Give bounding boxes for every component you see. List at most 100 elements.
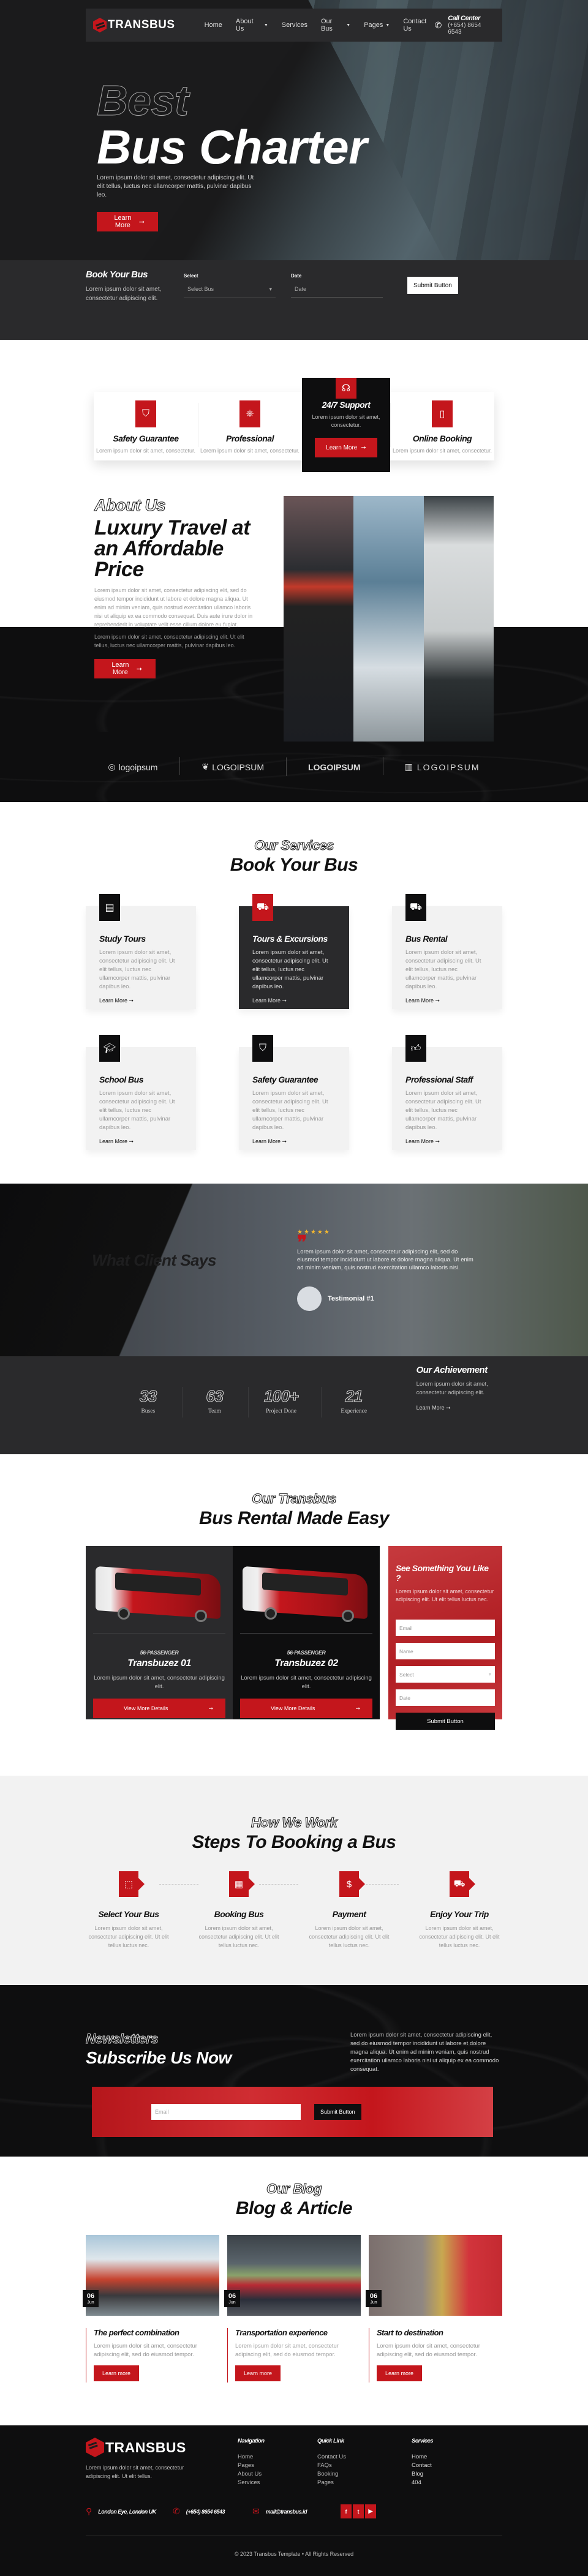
footer-link[interactable]: Contact Us bbox=[317, 2453, 385, 2461]
form-name-input[interactable]: Name bbox=[396, 1643, 495, 1659]
service-learn-more-link[interactable]: Learn More ➞ bbox=[99, 997, 183, 1004]
booking-submit-button[interactable]: Submit Button bbox=[407, 277, 458, 294]
bus-icon: ⛟ bbox=[405, 894, 426, 921]
star-icon: ★ bbox=[310, 1229, 317, 1236]
footer-phone[interactable]: ✆ (+654) 8654 6543 bbox=[173, 2506, 252, 2517]
service-learn-more-link[interactable]: Learn More ➞ bbox=[405, 997, 489, 1004]
step-item: ⬚ Select Your Bus Lorem ipsum dolor sit am… bbox=[86, 1871, 172, 1950]
feature-support: ☊ 24/7 Support Lorem ipsum dolor sit ame… bbox=[302, 378, 390, 472]
feature-desc: Lorem ipsum dolor sit amet, consectetur. bbox=[312, 414, 380, 428]
view-details-button[interactable]: View More Details ➞ bbox=[93, 1699, 225, 1718]
nav-our-bus[interactable]: Our Bus ▼ bbox=[321, 18, 350, 32]
newsletter-submit-button[interactable]: Submit Button bbox=[314, 2104, 361, 2120]
map-pin-icon: ⚲ bbox=[86, 2506, 92, 2516]
hero-content: Best Bus Charter Lorem ipsum dolor sit a… bbox=[97, 78, 367, 231]
post-image[interactable]: 06 Jun bbox=[366, 2235, 502, 2316]
partner-name: LOGOIPSUM bbox=[417, 762, 480, 772]
service-learn-more-link[interactable]: Learn More ➞ bbox=[252, 997, 336, 1004]
footer-link[interactable]: About Us bbox=[238, 2470, 293, 2479]
achievement-learn-more-link[interactable]: Learn More ➞ bbox=[417, 1405, 502, 1411]
select-value: Select Bus bbox=[187, 286, 214, 292]
footer-email[interactable]: ✉ mail@transbus.id bbox=[252, 2506, 333, 2517]
partner-logo: LOGOIPSUM bbox=[285, 757, 383, 776]
dark-diagonal bbox=[0, 1184, 588, 1356]
testimonial-section: What Client Says ★★★★★ ❞ Lorem ipsum dol… bbox=[0, 1184, 588, 1356]
form-date-input[interactable]: Date bbox=[396, 1689, 495, 1706]
button-label: Learn More bbox=[326, 444, 358, 451]
bus-select[interactable]: Select Bus ▾ bbox=[184, 281, 276, 298]
date-input[interactable]: Date bbox=[291, 281, 383, 298]
bars-icon: ▥ bbox=[404, 762, 414, 772]
footer-link[interactable]: Home bbox=[412, 2453, 433, 2461]
fleet-kicker: Our Transbus bbox=[252, 1491, 337, 1507]
nav-home[interactable]: Home bbox=[205, 18, 222, 32]
post-image[interactable]: 06 Jun bbox=[83, 2235, 219, 2316]
arrow-right-icon: ➞ bbox=[355, 1705, 360, 1711]
feature-title: Online Booking bbox=[412, 434, 472, 443]
newsletter-email-input[interactable]: Email bbox=[151, 2104, 301, 2120]
youtube-icon[interactable]: ▶ bbox=[365, 2504, 376, 2518]
button-label: Learn More bbox=[111, 661, 129, 676]
form-submit-button[interactable]: Submit Button bbox=[396, 1713, 495, 1730]
testimonial-name: Testimonial #1 bbox=[328, 1295, 374, 1302]
footer-link[interactable]: Pages bbox=[317, 2479, 385, 2487]
call-center[interactable]: ✆ Call Center (+654) 8654 6543 bbox=[435, 15, 495, 36]
logo[interactable]: TRANSBUS bbox=[93, 18, 175, 32]
testimonial-author: Testimonial #1 bbox=[297, 1286, 481, 1311]
footer-link[interactable]: Services bbox=[238, 2479, 293, 2487]
step-item: ▦ Booking Bus Lorem ipsum dolor sit amet, … bbox=[196, 1871, 282, 1950]
nav-services[interactable]: Services bbox=[282, 18, 307, 32]
post-learn-more-button[interactable]: Learn more bbox=[235, 2365, 281, 2381]
nav-pages[interactable]: Pages ▼ bbox=[364, 18, 390, 32]
nav-label: About Us bbox=[235, 18, 254, 32]
newsletter-desc: Lorem ipsum dolor sit amet, consectetur … bbox=[350, 2032, 499, 2073]
footer-link[interactable]: Home bbox=[238, 2453, 293, 2461]
service-learn-more-link[interactable]: Learn More ➞ bbox=[252, 1138, 336, 1145]
quote-icon: ❞ bbox=[297, 1233, 307, 1253]
service-desc: Lorem ipsum dolor sit amet, consectetur … bbox=[252, 949, 328, 990]
footer-link[interactable]: 404 bbox=[412, 2479, 433, 2487]
post-learn-more-button[interactable]: Learn more bbox=[377, 2365, 423, 2381]
placeholder: Name bbox=[399, 1648, 413, 1654]
form-select[interactable]: Select ▾ bbox=[396, 1666, 495, 1683]
support-learn-more-button[interactable]: Learn More ➞ bbox=[315, 438, 377, 457]
footer-link[interactable]: Blog bbox=[412, 2470, 433, 2479]
post-title[interactable]: Transportation experience bbox=[235, 2328, 361, 2337]
fleet-title: Bus Rental Made Easy bbox=[198, 1508, 390, 1528]
post-title[interactable]: Start to destination bbox=[377, 2328, 502, 2337]
view-details-button[interactable]: View More Details ➞ bbox=[240, 1699, 372, 1718]
stat-label: Experience bbox=[341, 1408, 368, 1414]
post-title[interactable]: The perfect combination bbox=[94, 2328, 219, 2337]
form-email-input[interactable]: Email bbox=[396, 1620, 495, 1636]
service-learn-more-link[interactable]: Learn More ➞ bbox=[99, 1138, 183, 1145]
post-learn-more-button[interactable]: Learn more bbox=[94, 2365, 140, 2381]
nav-about-us[interactable]: About Us ▼ bbox=[236, 18, 268, 32]
logo-mark-icon bbox=[93, 18, 107, 32]
step-title: Booking Bus bbox=[214, 1909, 264, 1919]
newsletter-kicker: Newsletters bbox=[86, 2031, 159, 2047]
service-learn-more-link[interactable]: Learn More ➞ bbox=[405, 1138, 489, 1145]
nav-contact-us[interactable]: Contact Us bbox=[403, 18, 434, 32]
calendar-icon: ▦ bbox=[229, 1871, 255, 1897]
arrow-right-icon: ➞ bbox=[435, 1138, 440, 1144]
hero-learn-more-button[interactable]: Learn More ➞ bbox=[97, 212, 158, 231]
chevron-down-icon: ▼ bbox=[385, 23, 390, 28]
chevron-down-icon: ▼ bbox=[346, 23, 351, 28]
facebook-icon[interactable]: f bbox=[341, 2504, 352, 2518]
services-kicker: Our Services bbox=[254, 838, 334, 854]
twitter-icon[interactable]: t bbox=[353, 2504, 364, 2518]
stat-value: 33 bbox=[139, 1387, 157, 1406]
bus-image bbox=[240, 1564, 372, 1622]
footer-link[interactable]: Contact bbox=[412, 2461, 433, 2470]
footer-link[interactable]: Booking bbox=[317, 2470, 385, 2479]
achievement-title: Our Achievement bbox=[416, 1365, 488, 1375]
call-number: (+654) 8654 6543 bbox=[448, 22, 481, 36]
stat-experience: 21 Experience bbox=[320, 1387, 383, 1418]
about-learn-more-button[interactable]: Learn More ➞ bbox=[94, 659, 156, 678]
footer-logo[interactable]: TRANSBUS bbox=[86, 2438, 196, 2457]
link-label: Learn More bbox=[99, 997, 128, 1004]
bus-front-icon: ⛟ bbox=[450, 1871, 475, 1897]
footer-link[interactable]: Pages bbox=[238, 2461, 293, 2470]
post-image[interactable]: 06 Jun bbox=[224, 2235, 361, 2316]
footer-link[interactable]: FAQs bbox=[317, 2461, 385, 2470]
